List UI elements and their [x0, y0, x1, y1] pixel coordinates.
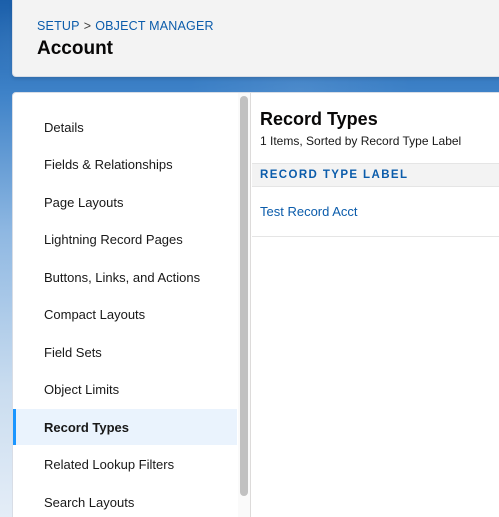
sidebar-item-label: Record Types: [44, 419, 130, 435]
object-detail-panel: Details Fields & Relationships Page Layo…: [12, 92, 499, 517]
sidebar-item-label: Field Sets: [44, 344, 102, 360]
sidebar-nav: Details Fields & Relationships Page Layo…: [13, 93, 238, 517]
sidebar-item-search-layouts[interactable]: Search Layouts: [13, 484, 237, 517]
sidebar-item-fields-relationships[interactable]: Fields & Relationships: [13, 146, 237, 182]
breadcrumb-setup[interactable]: SETUP: [37, 19, 80, 33]
breadcrumb-separator: >: [83, 19, 92, 33]
sidebar-item-lightning-record-pages[interactable]: Lightning Record Pages: [13, 221, 237, 257]
sidebar-item-label: Search Layouts: [44, 494, 135, 510]
sidebar-item-label: Object Limits: [44, 381, 120, 397]
object-header: SETUP > OBJECT MANAGER Account: [12, 0, 499, 77]
sidebar-item-related-lookup-filters[interactable]: Related Lookup Filters: [13, 446, 237, 482]
sidebar-item-label: Details: [44, 119, 84, 135]
column-header-record-type-label[interactable]: RECORD TYPE LABEL: [252, 163, 499, 187]
sidebar-item-compact-layouts[interactable]: Compact Layouts: [13, 296, 237, 332]
breadcrumb: SETUP > OBJECT MANAGER: [37, 19, 214, 33]
record-type-link[interactable]: Test Record Acct: [260, 204, 358, 219]
breadcrumb-object-manager[interactable]: OBJECT MANAGER: [95, 19, 214, 33]
sidebar-item-object-limits[interactable]: Object Limits: [13, 371, 237, 407]
section-title: Record Types: [260, 109, 378, 129]
sidebar-item-label: Compact Layouts: [44, 306, 146, 322]
sidebar-item-page-layouts[interactable]: Page Layouts: [13, 184, 237, 220]
sidebar-item-details[interactable]: Details: [13, 109, 237, 145]
sidebar-item-label: Page Layouts: [44, 194, 124, 210]
sidebar-item-field-sets[interactable]: Field Sets: [13, 334, 237, 370]
section-subtitle: 1 Items, Sorted by Record Type Label: [260, 134, 462, 148]
sidebar-item-record-types[interactable]: Record Types: [13, 409, 237, 445]
page-title: Account: [37, 38, 113, 59]
sidebar-item-label: Related Lookup Filters: [44, 456, 175, 472]
sidebar-item-label: Lightning Record Pages: [44, 231, 183, 247]
scrollbar-thumb[interactable]: [240, 96, 248, 496]
record-types-section: Record Types 1 Items, Sorted by Record T…: [252, 93, 499, 517]
sidebar-item-label: Fields & Relationships: [44, 156, 173, 172]
sidebar-item-label: Buttons, Links, and Actions: [44, 269, 201, 285]
table-row: Test Record Acct: [252, 187, 499, 237]
sidebar-scrollbar[interactable]: [238, 93, 251, 517]
sidebar-item-buttons-links-actions[interactable]: Buttons, Links, and Actions: [13, 259, 237, 295]
